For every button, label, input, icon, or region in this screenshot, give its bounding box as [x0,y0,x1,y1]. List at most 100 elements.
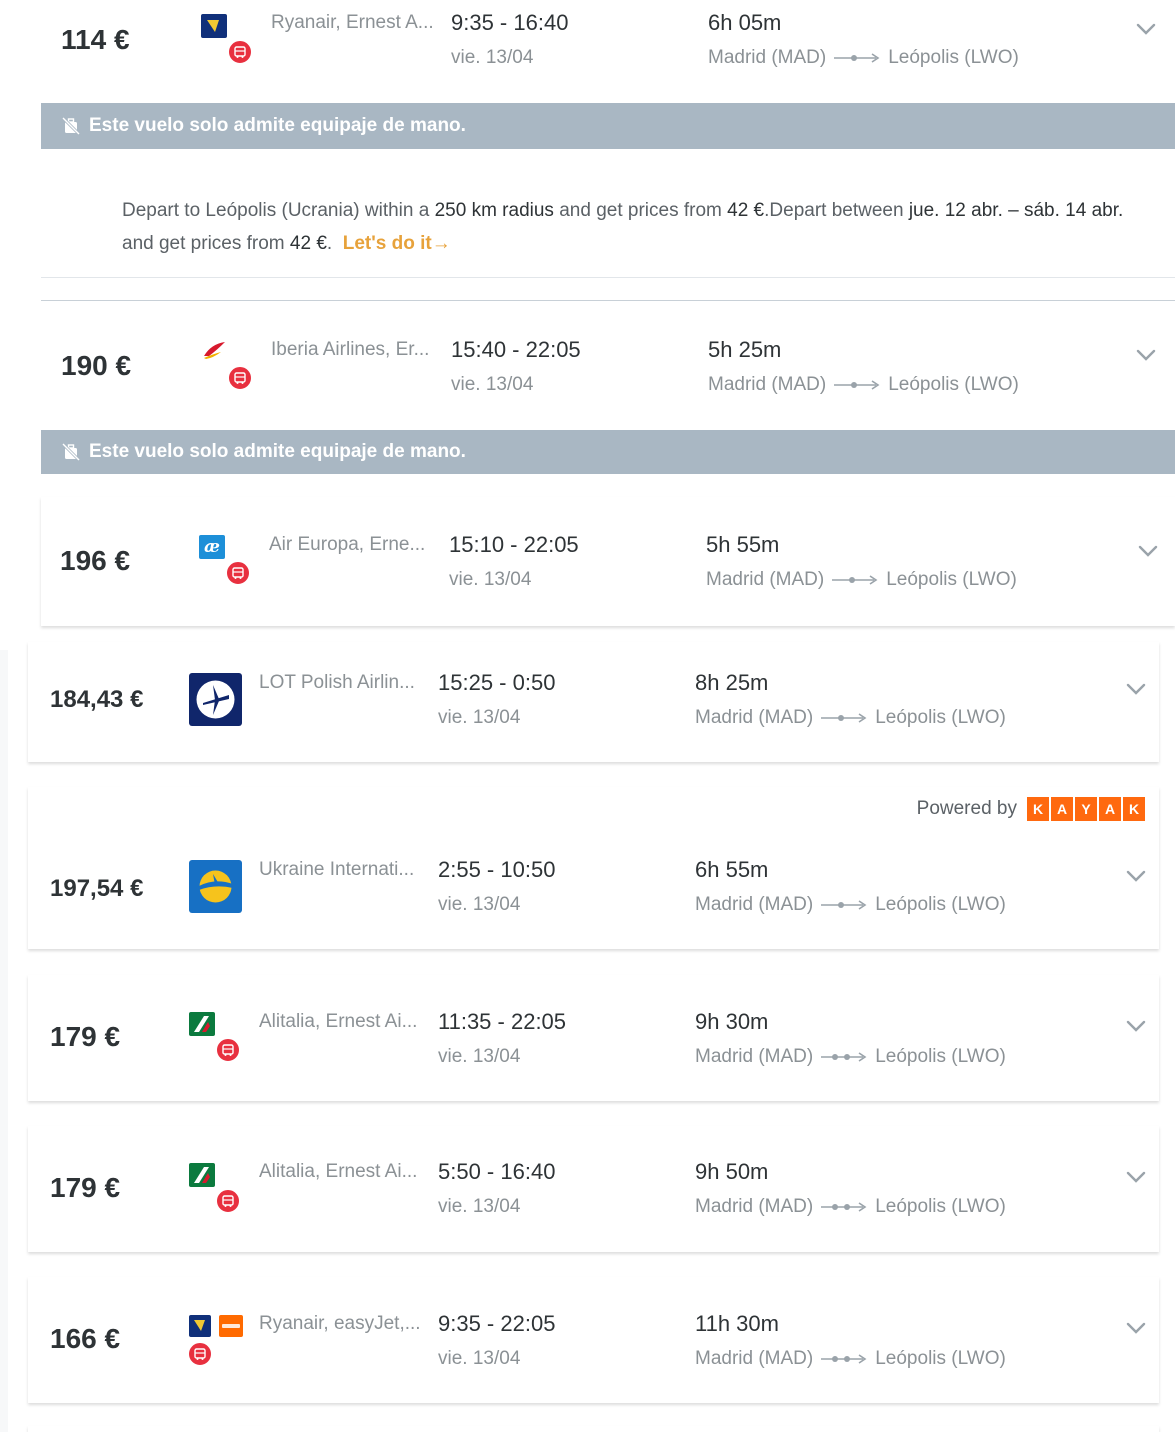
airline-name: LOT Polish Airlin... [259,672,415,693]
flight-duration: 5h 55m [706,532,780,557]
promo-link[interactable]: Let's do it→ [343,233,451,254]
origin: Madrid (MAD) [695,707,814,728]
expand-chevron-icon[interactable] [1125,865,1147,887]
flight-card[interactable]: 114 € Ryanair, Ernest A... 9:35 - 16:40 … [41,0,1175,102]
route-arrow-icon [821,713,867,723]
iberia-logo-icon [201,338,227,362]
flight-route: Madrid (MAD) Leópolis (LWO) [706,569,1017,591]
no-luggage-icon [61,116,81,136]
flight-date: vie. 13/04 [449,569,532,590]
powered-by-kayak[interactable]: Powered by K A Y A K [917,797,1145,821]
hand-luggage-warning: Este vuelo solo admite equipaje de mano. [41,430,1175,474]
route-arrow-icon [821,900,867,910]
bus-transfer-icon [227,39,253,65]
route-arrow-icon [821,1202,867,1212]
flight-times: 15:40 - 22:05 [451,337,581,362]
expand-chevron-icon[interactable] [1125,678,1147,700]
flight-route: Madrid (MAD) Leópolis (LWO) [695,1046,1006,1068]
origin: Madrid (MAD) [695,1348,814,1369]
destination: Leópolis (LWO) [875,894,1006,915]
origin: Madrid (MAD) [695,1046,814,1067]
expand-chevron-icon[interactable] [1135,344,1157,366]
airline-name: Ukraine Internati... [259,859,415,880]
airline-name: Alitalia, Ernest Ai... [259,1011,418,1032]
flight-times: 9:35 - 16:40 [451,10,569,35]
destination: Leópolis (LWO) [888,47,1019,68]
airline-name: Ryanair, Ernest A... [271,12,434,33]
flight-card[interactable]: 184,43 € LOT Polish Airlin... 15:25 - 0:… [28,642,1159,762]
flight-card[interactable]: 196 € æ Air Europa, Erne... 15:10 - 22:0… [41,497,1175,626]
flight-times: 15:25 - 0:50 [438,670,556,695]
bus-transfer-icon [187,1341,213,1367]
origin: Madrid (MAD) [708,374,827,395]
flight-card-partial[interactable] [28,1426,1159,1432]
section-divider [41,300,1175,301]
destination: Leópolis (LWO) [875,1046,1006,1067]
airline-name: Air Europa, Erne... [269,534,426,555]
flight-card[interactable]: 179 € Alitalia, Ernest Ai... 5:50 - 16:4… [28,1126,1159,1252]
page-gutter [0,650,8,1432]
route-arrow-icon [834,380,880,390]
airline-name: Ryanair, easyJet,... [259,1313,421,1334]
flight-date: vie. 13/04 [438,707,521,728]
flight-route: Madrid (MAD) Leópolis (LWO) [708,47,1019,69]
lot-logo-icon [189,673,242,726]
expand-chevron-icon[interactable] [1125,1166,1147,1188]
airline-name: Iberia Airlines, Er... [271,339,430,360]
flight-route: Madrid (MAD) Leópolis (LWO) [708,374,1019,396]
destination: Leópolis (LWO) [888,374,1019,395]
ryanair-logo-icon [189,1315,211,1337]
flight-card[interactable]: 190 € Iberia Airlines, Er... 15:40 - 22:… [41,302,1175,430]
flight-price: 190 € [61,350,132,381]
route-arrow-icon [834,53,880,63]
no-luggage-icon [61,442,81,462]
flight-date: vie. 13/04 [438,1348,521,1369]
destination: Leópolis (LWO) [875,1196,1006,1217]
expand-chevron-icon[interactable] [1135,18,1157,40]
flight-date: vie. 13/04 [451,47,534,68]
flight-card[interactable]: 179 € Alitalia, Ernest Ai... 11:35 - 22:… [28,975,1159,1101]
alitalia-logo-icon [189,1012,215,1036]
flight-card[interactable]: Powered by K A Y A K 197,54 € Ukraine In… [28,787,1159,949]
expand-chevron-icon[interactable] [1125,1015,1147,1037]
flight-times: 2:55 - 10:50 [438,857,556,882]
nearby-airports-promo: Depart to Leópolis (Ucrania) within a 25… [41,172,1175,278]
flight-price: 184,43 € [50,686,144,713]
origin: Madrid (MAD) [706,569,825,590]
promo-text: Depart to Leópolis (Ucrania) within a 25… [122,200,1124,254]
bus-transfer-icon [227,365,253,391]
flight-times: 11:35 - 22:05 [438,1009,567,1034]
bus-transfer-icon [215,1188,241,1214]
route-arrow-icon [821,1354,867,1364]
destination: Leópolis (LWO) [875,707,1006,728]
destination: Leópolis (LWO) [886,569,1017,590]
flight-date: vie. 13/04 [438,1196,521,1217]
flight-route: Madrid (MAD) Leópolis (LWO) [695,1196,1006,1218]
flight-route: Madrid (MAD) Leópolis (LWO) [695,894,1006,916]
flight-price: 197,54 € [50,875,144,902]
flight-duration: 11h 30m [695,1311,779,1336]
expand-chevron-icon[interactable] [1125,1317,1147,1339]
origin: Madrid (MAD) [695,1196,814,1217]
bus-transfer-icon [225,560,251,586]
flight-price: 179 € [50,1172,121,1203]
flight-date: vie. 13/04 [451,374,534,395]
warning-text: Este vuelo solo admite equipaje de mano. [89,115,466,136]
flight-price: 179 € [50,1021,121,1052]
alitalia-logo-icon [189,1163,215,1187]
kayak-logo: K A Y A K [1027,797,1145,821]
hand-luggage-warning: Este vuelo solo admite equipaje de mano. [41,103,1175,149]
flight-route: Madrid (MAD) Leópolis (LWO) [695,1348,1006,1370]
flight-card[interactable]: 166 € Ryanair, easyJet,... 9:35 - 22:05 … [28,1277,1159,1403]
expand-chevron-icon[interactable] [1137,540,1159,562]
warning-text: Este vuelo solo admite equipaje de mano. [89,441,466,462]
flight-times: 9:35 - 22:05 [438,1311,556,1336]
flight-duration: 6h 55m [695,857,769,882]
easyjet-logo-icon [219,1315,243,1337]
flight-date: vie. 13/04 [438,894,521,915]
destination: Leópolis (LWO) [875,1348,1006,1369]
origin: Madrid (MAD) [695,894,814,915]
bus-transfer-icon [215,1037,241,1063]
route-arrow-icon [832,575,878,585]
flight-duration: 9h 50m [695,1159,769,1184]
